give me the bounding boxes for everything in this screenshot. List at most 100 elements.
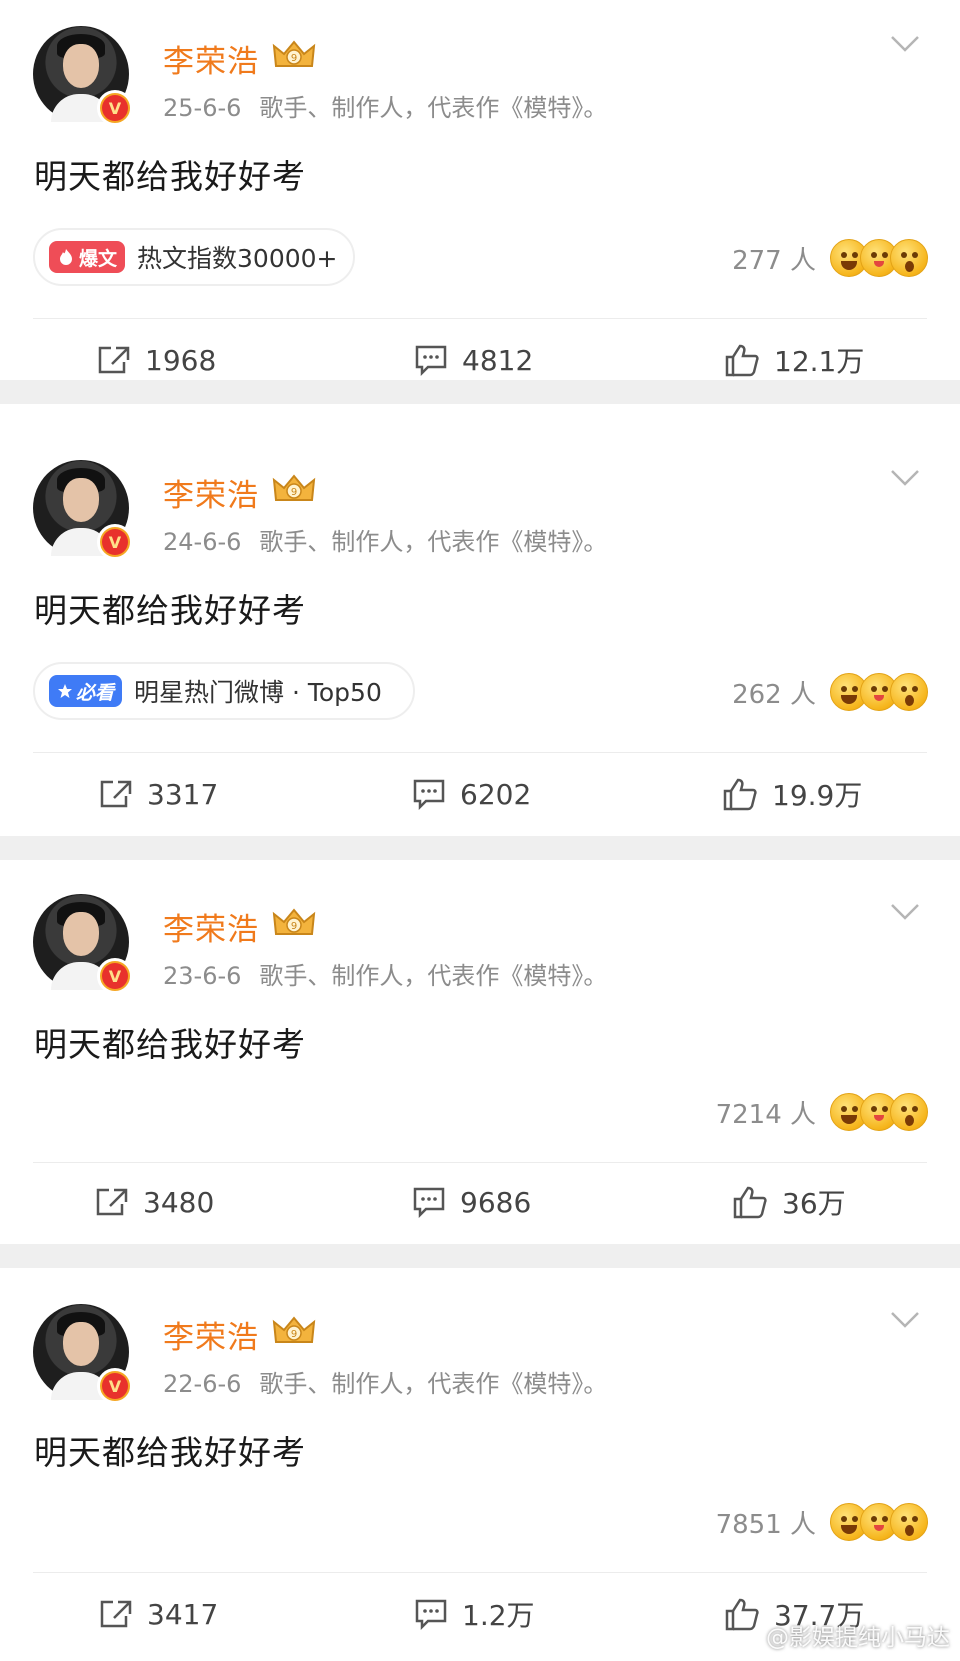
post-date: 25-6-6 <box>163 94 242 122</box>
repost-icon <box>100 780 132 808</box>
comment-icon <box>413 779 445 810</box>
comment-button[interactable]: 1.2万 <box>414 1576 535 1652</box>
surprised-emoji-icon <box>890 1093 928 1131</box>
hot-badge: 爆文 <box>49 241 126 273</box>
verified-v-icon: V <box>97 524 133 560</box>
post-card[interactable]: V 李荣浩 9 23-6-6 歌手、制作人，代表作《模特》。 明天都给我好好考 7… <box>0 860 960 1244</box>
post-meta: 24-6-6 歌手、制作人，代表作《模特》。 <box>163 522 607 557</box>
like-count: 36万 <box>782 1187 846 1220</box>
reactors-count: 7214 人 <box>715 1099 816 1130</box>
reactors-count: 262 人 <box>732 679 816 710</box>
star-hot-tag[interactable]: 必看 明星热门微博 · Top50 <box>33 662 415 720</box>
author-bio: 歌手、制作人，代表作《模特》。 <box>259 94 608 122</box>
comment-count: 6202 <box>460 777 532 811</box>
verified-v-icon: V <box>97 1368 133 1404</box>
tag-label: 明星热门微博 · Top50 <box>134 678 382 707</box>
repost-count: 3417 <box>147 1597 219 1631</box>
comment-button[interactable]: 6202 <box>412 756 531 832</box>
divider <box>33 1162 927 1163</box>
verified-v-icon: V <box>97 90 133 126</box>
chevron-down-icon[interactable] <box>890 902 920 922</box>
hot-post-tag[interactable]: 爆文 热文指数30000+ <box>33 228 355 286</box>
verified-v-icon: V <box>97 958 133 994</box>
like-button[interactable]: 36万 <box>732 1164 846 1240</box>
divider <box>33 752 927 753</box>
comment-button[interactable]: 4812 <box>414 322 533 398</box>
chevron-down-icon[interactable] <box>890 1310 920 1330</box>
repost-button[interactable]: 3317 <box>99 756 218 832</box>
reactions-summary[interactable]: 262 人 <box>732 670 928 714</box>
reactions-summary[interactable]: 277 人 <box>732 236 928 280</box>
thumbs-up-icon <box>725 1598 759 1631</box>
thumbs-up-icon <box>733 1186 767 1219</box>
author-name[interactable]: 李荣浩 <box>163 1312 259 1357</box>
comment-icon <box>415 1599 447 1630</box>
like-count: 12.1万 <box>774 345 865 378</box>
like-button[interactable]: 19.9万 <box>722 756 862 832</box>
action-bar: 3317 6202 19.9万 <box>0 756 960 832</box>
crown-badge-icon: 9 <box>272 40 316 67</box>
post-card[interactable]: V 李荣浩 9 24-6-6 歌手、制作人，代表作《模特》。 明天都给我好好考 必… <box>0 404 960 836</box>
reactors-count: 277 人 <box>732 245 816 276</box>
surprised-emoji-icon <box>890 239 928 277</box>
post-date: 24-6-6 <box>163 528 242 556</box>
repost-count: 3317 <box>147 777 219 811</box>
post-text: 明天都给我好好考 <box>34 591 306 630</box>
star-icon <box>58 684 72 698</box>
repost-icon <box>100 1600 132 1628</box>
comment-count: 1.2万 <box>462 1599 535 1632</box>
like-button[interactable]: 12.1万 <box>724 322 864 398</box>
crown-badge-icon: 9 <box>272 908 316 935</box>
post-date: 22-6-6 <box>163 1370 242 1398</box>
action-bar: 3480 9686 36万 <box>0 1164 960 1240</box>
thumbs-up-icon <box>723 778 757 811</box>
chevron-down-icon[interactable] <box>890 468 920 488</box>
repost-button[interactable]: 3417 <box>99 1576 218 1652</box>
post-meta: 25-6-6 歌手、制作人，代表作《模特》。 <box>163 88 607 123</box>
post-text: 明天都给我好好考 <box>34 1025 306 1064</box>
crown-badge-icon: 9 <box>272 1316 316 1343</box>
comment-icon <box>415 345 447 376</box>
comment-button[interactable]: 9686 <box>412 1164 531 1240</box>
flame-icon <box>60 249 72 265</box>
post-date: 23-6-6 <box>163 962 242 990</box>
must-see-badge: 必看 <box>49 675 123 707</box>
reactions-summary[interactable]: 7214 人 <box>716 1090 928 1134</box>
action-bar: 1968 4812 12.1万 <box>0 322 960 398</box>
repost-button[interactable]: 1968 <box>97 322 216 398</box>
divider <box>33 318 927 319</box>
repost-icon <box>98 346 130 374</box>
author-bio: 歌手、制作人，代表作《模特》。 <box>259 1370 608 1398</box>
author-bio: 歌手、制作人，代表作《模特》。 <box>259 962 608 990</box>
post-meta: 23-6-6 歌手、制作人，代表作《模特》。 <box>163 956 607 991</box>
divider <box>33 1572 927 1573</box>
repost-count: 3480 <box>143 1185 215 1219</box>
svg-text:9: 9 <box>291 921 297 932</box>
thumbs-up-icon <box>725 344 759 377</box>
author-name[interactable]: 李荣浩 <box>163 36 259 81</box>
reactions-summary[interactable]: 7851 人 <box>716 1500 928 1544</box>
like-count: 19.9万 <box>772 779 863 812</box>
author-name[interactable]: 李荣浩 <box>163 470 259 515</box>
comment-count: 4812 <box>462 343 534 377</box>
comment-count: 9686 <box>460 1185 532 1219</box>
post-card[interactable]: V 李荣浩 9 22-6-6 歌手、制作人，代表作《模特》。 明天都给我好好考 7… <box>0 1268 960 1661</box>
watermark-text: @影娱提纯小马达 <box>766 1625 950 1651</box>
author-bio: 歌手、制作人，代表作《模特》。 <box>259 528 608 556</box>
post-text: 明天都给我好好考 <box>34 1433 306 1472</box>
post-card[interactable]: V 李荣浩 9 25-6-6 歌手、制作人，代表作《模特》。 明天都给我好好考 爆… <box>0 0 960 380</box>
tag-label: 热文指数30000+ <box>137 244 338 273</box>
svg-text:9: 9 <box>291 1329 297 1340</box>
reactors-count: 7851 人 <box>715 1509 816 1540</box>
author-name[interactable]: 李荣浩 <box>163 904 259 949</box>
svg-text:9: 9 <box>291 487 297 498</box>
chevron-down-icon[interactable] <box>890 34 920 54</box>
repost-count: 1968 <box>145 343 217 377</box>
post-text: 明天都给我好好考 <box>34 157 306 196</box>
repost-icon <box>96 1188 128 1216</box>
crown-badge-icon: 9 <box>272 474 316 501</box>
repost-button[interactable]: 3480 <box>95 1164 214 1240</box>
surprised-emoji-icon <box>890 1503 928 1541</box>
svg-text:9: 9 <box>291 53 297 64</box>
surprised-emoji-icon <box>890 673 928 711</box>
